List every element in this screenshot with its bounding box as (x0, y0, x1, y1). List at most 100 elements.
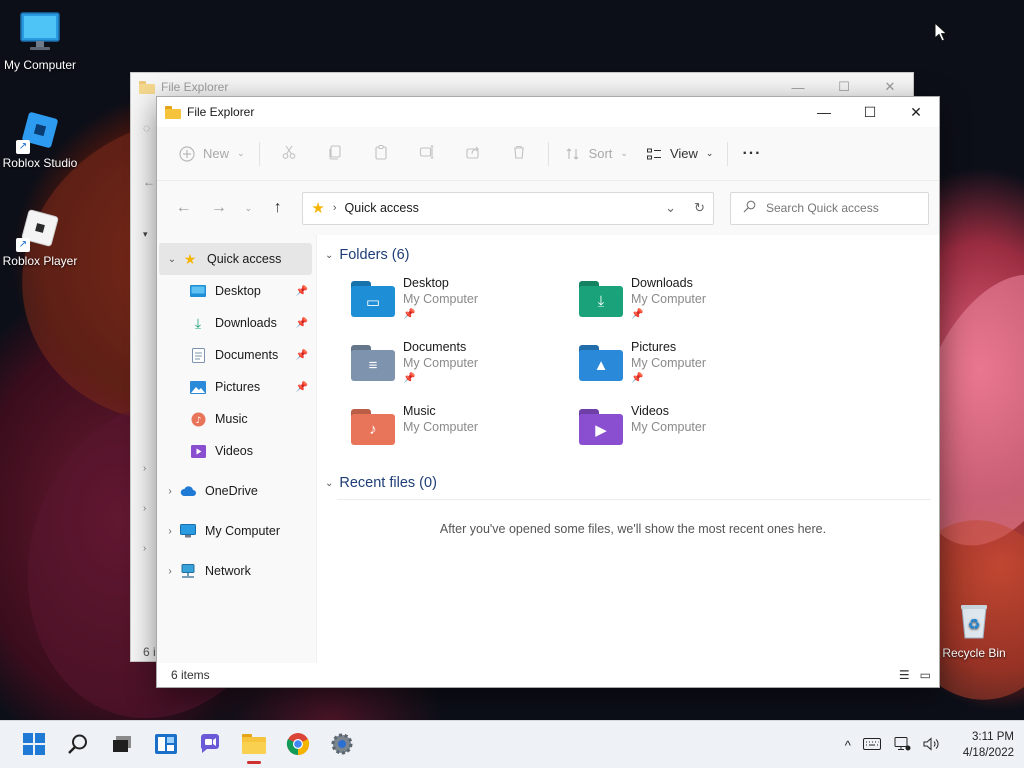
network-status-icon[interactable] (893, 736, 911, 754)
pictures-icon (189, 379, 207, 395)
forward-button[interactable]: → (202, 193, 235, 223)
search-box[interactable] (729, 191, 929, 225)
folders-heading: Folders (6) (339, 247, 410, 263)
expand-chevron-icon[interactable]: › (161, 486, 179, 497)
desktop-icon-label: Roblox Player (2, 254, 78, 268)
expand-chevron-icon[interactable]: › (161, 526, 179, 537)
address-dropdown-button[interactable]: ⌄ (665, 200, 676, 216)
copy-button[interactable] (312, 139, 358, 169)
close-button[interactable]: ✕ (893, 97, 939, 127)
view-button-label: View (669, 146, 698, 161)
system-tray: ^ 3:11 PM 4/18/2022 (845, 721, 1014, 768)
desktop-icon-my-computer[interactable]: My Computer (0, 10, 80, 72)
background-chevron-icon: › (143, 543, 147, 554)
window-titlebar[interactable]: File Explorer — ☐ ✕ (157, 97, 939, 127)
desktop-icon-roblox-studio[interactable]: ↗ Roblox Studio (0, 108, 80, 170)
nav-item-documents[interactable]: Documents 📌 (157, 339, 316, 371)
nav-item-onedrive[interactable]: › OneDrive (157, 475, 316, 507)
recent-locations-button[interactable]: ⌄ (238, 193, 260, 223)
collapse-chevron-icon: ⌄ (325, 477, 334, 489)
more-options-button[interactable]: ··· (734, 139, 769, 169)
task-view-button[interactable] (100, 725, 144, 765)
collapse-chevron-icon[interactable]: ⌄ (163, 254, 181, 265)
start-button[interactable] (12, 725, 56, 765)
nav-item-label: Documents (215, 348, 279, 362)
delete-button[interactable] (496, 139, 542, 169)
cut-button[interactable] (266, 139, 312, 169)
roblox-studio-icon: ↗ (16, 108, 62, 154)
show-hidden-icons-button[interactable]: ^ (845, 738, 851, 753)
desktop-icon-roblox-player[interactable]: ↗ Roblox Player (0, 206, 80, 268)
recent-files-section-header[interactable]: ⌄ Recent files (0) (321, 469, 935, 497)
sort-button[interactable]: Sort ⌄ (555, 139, 636, 169)
monitor-icon (179, 523, 197, 539)
search-icon (67, 733, 89, 758)
folder-tile-pictures[interactable]: ▲ Pictures My Computer 📌 (579, 339, 807, 393)
breadcrumb-quick-access[interactable]: Quick access (345, 201, 419, 215)
folder-tile-videos[interactable]: ▶ Videos My Computer (579, 403, 807, 457)
desktop-icon-recycle-bin[interactable]: ♻ Recycle Bin (934, 598, 1014, 660)
view-button[interactable]: View ⌄ (636, 139, 722, 169)
folder-location: My Computer (631, 420, 707, 434)
folder-tile-music[interactable]: ♪ Music My Computer (351, 403, 579, 457)
folder-tile-desktop[interactable]: ▭ Desktop My Computer 📌 (351, 275, 579, 329)
chat-button[interactable] (188, 725, 232, 765)
share-button[interactable] (450, 139, 496, 169)
taskbar-chrome[interactable] (276, 725, 320, 765)
nav-item-my-computer[interactable]: › My Computer (157, 515, 316, 547)
pin-icon: 📌 (403, 373, 416, 384)
refresh-button[interactable]: ↻ (694, 200, 705, 216)
music-folder-icon: ♪ (351, 409, 395, 449)
up-button[interactable]: ↑ (261, 193, 294, 223)
address-bar[interactable]: ★ › Quick access ⌄ ↻ (302, 191, 714, 225)
tiles-view-button[interactable]: ▭ (920, 668, 931, 682)
desktop-icon-label: Recycle Bin (942, 646, 1006, 660)
rename-button[interactable] (404, 139, 450, 169)
nav-item-desktop[interactable]: Desktop 📌 (157, 275, 316, 307)
maximize-button[interactable]: ☐ (847, 97, 893, 127)
nav-item-music[interactable]: ♪ Music (157, 403, 316, 435)
folder-name: Desktop (403, 276, 449, 290)
file-explorer-window[interactable]: File Explorer — ☐ ✕ New ⌄ Sort ⌄ View ⌄ … (156, 96, 940, 688)
command-bar: New ⌄ Sort ⌄ View ⌄ ··· (157, 127, 939, 181)
taskbar-settings[interactable] (320, 725, 364, 765)
new-button[interactable]: New ⌄ (169, 139, 253, 169)
nav-item-downloads[interactable]: ⤓ Downloads 📌 (157, 307, 316, 339)
folder-tile-documents[interactable]: ≡ Documents My Computer 📌 (351, 339, 579, 393)
rename-icon (419, 144, 435, 163)
folders-section-header[interactable]: ⌄ Folders (6) (321, 241, 935, 269)
recent-files-empty-message: After you've opened some files, we'll sh… (439, 522, 827, 536)
expand-chevron-icon[interactable]: › (161, 566, 179, 577)
nav-item-label: Quick access (207, 252, 282, 266)
background-chevron-icon: › (143, 503, 147, 514)
nav-item-network[interactable]: › Network (157, 555, 316, 587)
back-button[interactable]: ← (167, 193, 200, 223)
view-list-icon (644, 144, 664, 164)
desktop-folder-icon: ▭ (351, 281, 395, 321)
plus-circle-icon (177, 144, 197, 164)
tiles-view-icon: ▭ (919, 668, 931, 682)
clock-time: 3:11 PM (972, 731, 1014, 743)
pin-icon: 📌 (295, 381, 308, 393)
item-count: 6 items (171, 668, 210, 682)
clock[interactable]: 3:11 PM 4/18/2022 (963, 729, 1014, 761)
folder-tile-downloads[interactable]: ⤓ Downloads My Computer 📌 (579, 275, 807, 329)
arrow-up-icon: ↑ (273, 199, 282, 216)
widgets-button[interactable] (144, 725, 188, 765)
nav-item-pictures[interactable]: Pictures 📌 (157, 371, 316, 403)
background-status-text: 6 i (143, 645, 156, 659)
desktop-folder-icon (189, 283, 207, 299)
keyboard-icon[interactable] (862, 737, 881, 753)
documents-folder-icon: ≡ (351, 345, 395, 385)
search-input[interactable] (765, 201, 916, 215)
folder-name: Documents (403, 340, 467, 354)
minimize-button[interactable]: — (801, 97, 847, 127)
details-view-button[interactable]: ☰ (899, 668, 910, 682)
search-button[interactable] (56, 725, 100, 765)
paste-button[interactable] (358, 139, 404, 169)
nav-item-videos[interactable]: Videos (157, 435, 316, 467)
taskbar-file-explorer[interactable] (232, 725, 276, 765)
volume-icon[interactable] (923, 736, 941, 754)
pin-icon: 📌 (295, 285, 308, 297)
nav-item-quick-access[interactable]: ⌄ ★ Quick access (159, 243, 312, 275)
